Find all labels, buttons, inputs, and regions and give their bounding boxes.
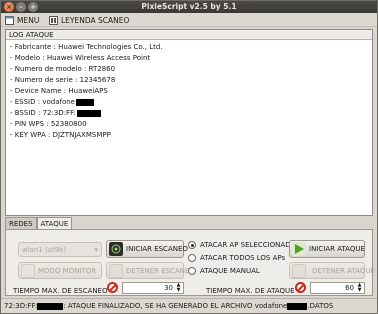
spin-arrows-icon[interactable]: ▲ ▼ <box>356 283 363 293</box>
spin-arrows-icon[interactable]: ▲ ▼ <box>175 283 182 293</box>
stop-scan-button[interactable]: DETENER ESCANEO <box>106 262 195 279</box>
status-prefix: 72:3D:FF: <box>4 302 38 310</box>
log-header: LOG ATAQUE <box>6 30 372 40</box>
window-title: PixieScript v2.5 by 5.1 <box>141 2 237 11</box>
no-entry-icon <box>295 282 306 293</box>
stop-attack-button[interactable]: DETENER ATAQUE <box>289 262 375 279</box>
log-line-key: - KEY WPA : DJZTNJAXMSMPP <box>10 131 111 139</box>
radio-attack-selected-ap[interactable]: ATACAR AP SELECCIONADO <box>188 241 296 249</box>
status-suffix: .DATOS <box>307 302 334 310</box>
start-scan-button[interactable]: INICIAR ESCANEO <box>106 240 188 258</box>
radio-dot <box>188 254 196 262</box>
menu-icon <box>5 15 14 25</box>
start-attack-button[interactable]: INICIAR ATAQUE <box>289 240 365 258</box>
log-lines: - Fabricante : Huawei Technologies Co., … <box>6 40 372 141</box>
scan-radar-icon <box>109 242 123 256</box>
redacted-block <box>75 99 94 106</box>
menu-label: MENU <box>17 15 40 25</box>
log-line-manufacturer: - Fabricante : Huawei Technologies Co., … <box>10 43 163 51</box>
tab-strip: REDES ATAQUE <box>5 217 73 229</box>
play-icon <box>292 242 306 256</box>
redacted-block <box>37 302 64 310</box>
chevron-down-icon: ▾ <box>94 246 98 254</box>
log-line-device-name: - Device Name : HuaweiAPS <box>10 87 108 95</box>
tab-ataque[interactable]: ATAQUE <box>36 217 73 229</box>
menu-button[interactable]: MENU <box>5 14 39 26</box>
attack-time-label: TIEMPO MAX. DE ATAQUE <box>206 287 295 295</box>
stop-attack-icon <box>292 263 306 278</box>
status-message: : ATAQUE FINALIZADO, SE HA GENERADO EL A… <box>63 302 288 310</box>
legend-button[interactable]: LEYENDA SCANEO <box>49 14 129 26</box>
status-bar: 72:3D:FF: : ATAQUE FINALIZADO, SE HA GEN… <box>1 298 377 313</box>
radio-attack-all-aps[interactable]: ATACAR TODOS LOS APs <box>188 254 285 262</box>
log-line-model-number: - Numero de modelo : RT2860 <box>10 65 116 73</box>
scan-time-label: TIEMPO MAX. DE ESCANEO <box>13 287 108 295</box>
legend-icon <box>49 15 58 25</box>
radio-manual-attack[interactable]: ATAQUE MANUAL <box>188 267 260 275</box>
interface-select[interactable]: wlan1 (at9k) ▾ <box>18 242 102 257</box>
log-line-essid: - ESSID : vodafone <box>10 97 372 108</box>
radio-dot <box>188 241 196 249</box>
redacted-block <box>287 302 308 310</box>
log-line-bssid: - BSSID : 72:3D:FF: <box>10 108 372 119</box>
radio-dot <box>188 267 196 275</box>
title-bar: × – + PixieScript v2.5 by 5.1 <box>1 1 377 13</box>
monitor-icon <box>21 263 35 278</box>
legend-label: LEYENDA SCANEO <box>61 15 130 25</box>
no-entry-icon <box>107 282 118 293</box>
log-line-model: - Modelo : Huawei Wireless Access Point <box>10 54 151 62</box>
stop-scan-icon <box>109 263 123 278</box>
redacted-block <box>76 110 101 117</box>
attack-controls-panel: wlan1 (at9k) ▾ MODO MONITOR INICIAR ESCA… <box>5 229 375 296</box>
attack-log-panel: LOG ATAQUE - Fabricante : Huawei Technol… <box>5 29 373 216</box>
tab-redes[interactable]: REDES <box>5 217 37 229</box>
scan-time-spinbox[interactable]: 30 ▲ ▼ <box>122 282 184 294</box>
monitor-mode-button[interactable]: MODO MONITOR <box>18 262 102 279</box>
menu-bar: MENU LEYENDA SCANEO <box>1 13 377 27</box>
log-line-serial: - Numero de serie : 12345678 <box>10 76 116 84</box>
app-window: × – + PixieScript v2.5 by 5.1 MENU LEYEN… <box>0 0 378 314</box>
attack-time-spinbox[interactable]: 60 ▲ ▼ <box>310 282 365 294</box>
log-line-pin: - PIN WPS : 52380800 <box>10 120 87 128</box>
